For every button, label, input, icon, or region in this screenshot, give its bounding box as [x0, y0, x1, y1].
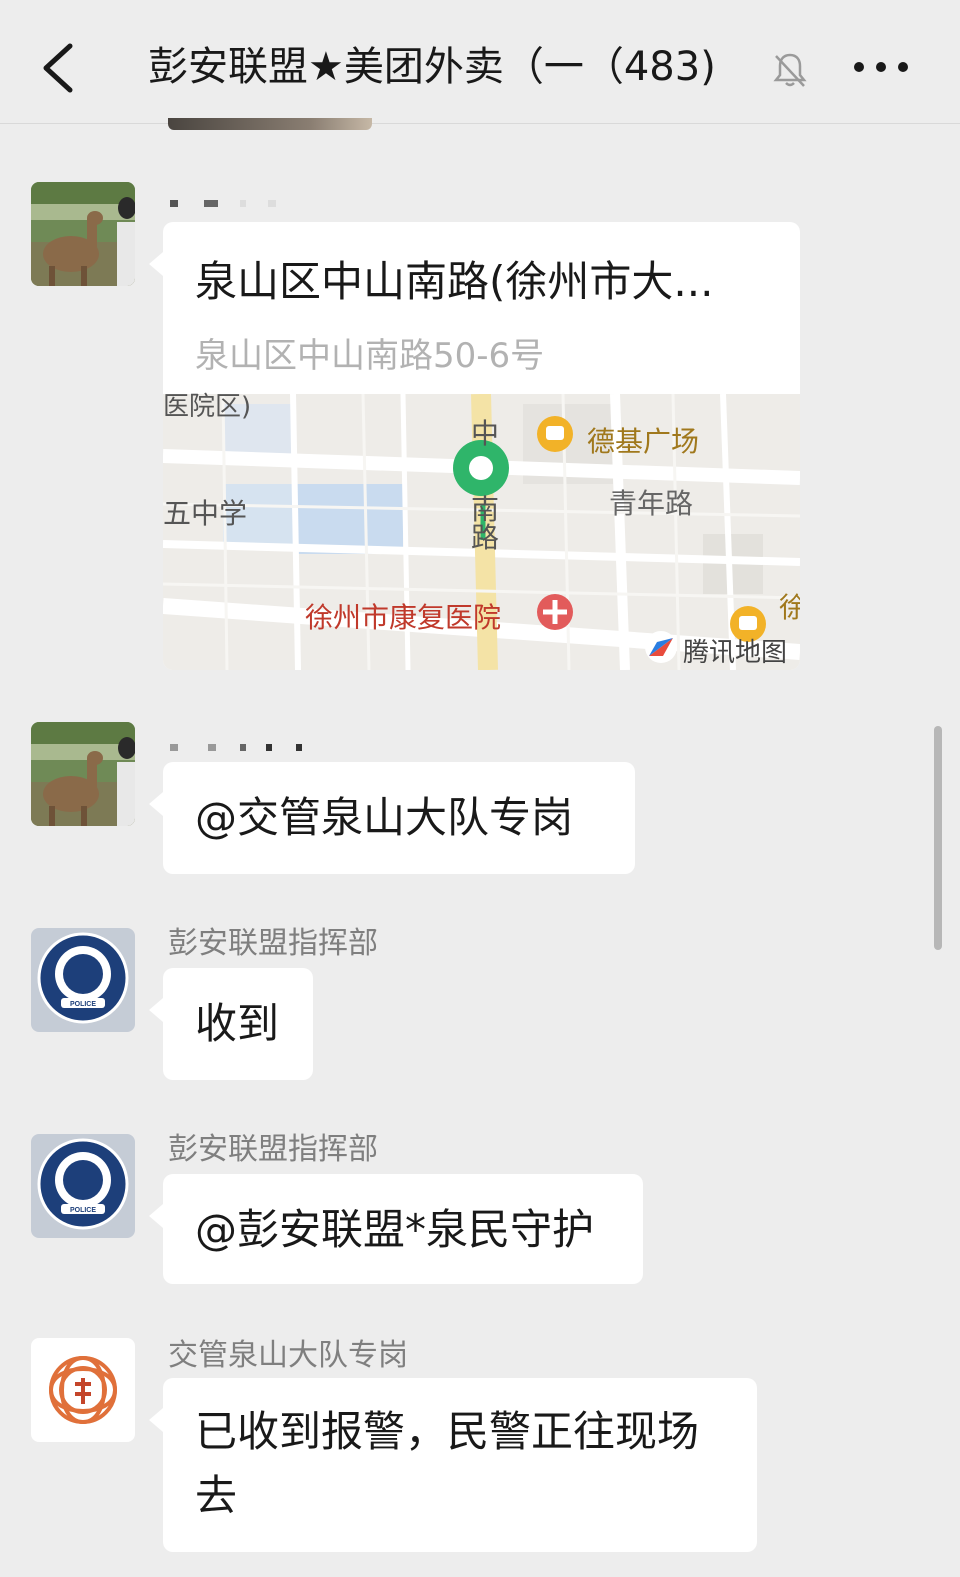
alpaca-photo-icon — [31, 722, 135, 826]
map-attribution: 腾讯地图 — [683, 638, 788, 668]
location-map[interactable]: 医院区) 中 南 路 德基广场 青年路 五中学 徐州市康复医院 徐 腾讯地图 — [163, 392, 800, 670]
map-label-right-edge: 徐 — [779, 591, 800, 624]
message-text: 收到 — [195, 999, 280, 1048]
previous-message-image — [168, 118, 372, 130]
map-label-hospital: 徐州市康复医院 — [305, 601, 502, 634]
message-text: @交管泉山大队专岗 — [195, 793, 574, 842]
more-options-icon[interactable] — [850, 58, 912, 78]
location-title: 泉山区中山南路(徐州市大... — [195, 257, 714, 306]
location-address: 泉山区中山南路50-6号 — [195, 336, 545, 376]
police-badge-icon: POLICE — [31, 1134, 135, 1238]
map-label-school: 五中学 — [163, 497, 248, 530]
sender-name: 彭安联盟指挥部 — [168, 1132, 378, 1167]
message-text: @彭安联盟*泉民守护 — [195, 1205, 595, 1254]
mute-bell-icon — [773, 53, 807, 87]
chat-title: 彭安联盟★美团外卖（一（483) — [148, 44, 716, 90]
map-label-hospital-area: 医院区) — [163, 392, 252, 422]
police-badge-icon: POLICE — [31, 928, 135, 1032]
message-text-line-2: 去 — [195, 1471, 238, 1520]
bubble-pointer — [149, 252, 163, 276]
svg-text:POLICE: POLICE — [70, 1207, 96, 1214]
sender-name: 彭安联盟指挥部 — [168, 926, 378, 961]
avatar-alpaca[interactable] — [31, 182, 135, 286]
back-arrow-icon[interactable] — [34, 38, 84, 98]
traffic-police-logo-icon — [31, 1338, 135, 1442]
avatar-alpaca[interactable] — [31, 722, 135, 826]
avatar-police[interactable]: POLICE — [31, 928, 135, 1032]
alpaca-photo-icon — [31, 182, 135, 286]
message-bubble[interactable]: @彭安联盟*泉民守护 — [149, 1174, 643, 1284]
map-label-road-lu: 路 — [471, 521, 500, 554]
location-card[interactable]: 泉山区中山南路(徐州市大... 泉山区中山南路50-6号 医院区) 中 南 路 … — [163, 222, 800, 670]
map-label-road-zh: 中 — [471, 417, 500, 450]
message-text-line-1: 已收到报警，民警正往现场 — [195, 1407, 700, 1456]
svg-text:POLICE: POLICE — [70, 1001, 96, 1008]
scrollbar[interactable] — [934, 726, 942, 950]
map-label-poi: 德基广场 — [587, 425, 700, 458]
avatar-traffic-police[interactable] — [31, 1338, 135, 1442]
message-bubble[interactable]: 已收到报警，民警正往现场 去 — [149, 1378, 757, 1552]
avatar-police[interactable]: POLICE — [31, 1134, 135, 1238]
sender-name: 交管泉山大队专岗 — [168, 1338, 408, 1373]
map-label-road-qingnian: 青年路 — [609, 487, 694, 520]
message-bubble[interactable]: @交管泉山大队专岗 — [149, 762, 635, 874]
message-bubble[interactable]: 收到 — [149, 968, 313, 1080]
chat-header: 彭安联盟★美团外卖（一（483) — [0, 0, 960, 124]
